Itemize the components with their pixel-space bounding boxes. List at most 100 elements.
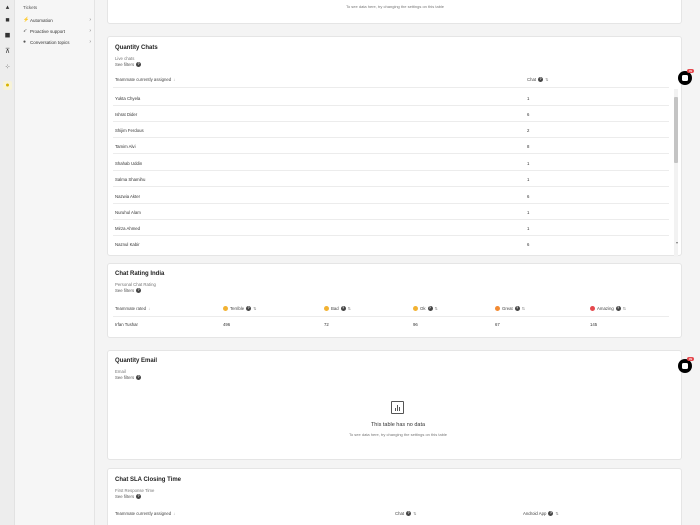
bolt-icon: ⚡ xyxy=(23,17,30,23)
icon-rail: ▴ ■ ◼ ⊼ ⁘ ● xyxy=(0,0,15,525)
inbox-icon[interactable]: ■ xyxy=(3,16,12,25)
empty-table-card: To see data here, try changing the setti… xyxy=(107,0,682,24)
scroll-down-icon[interactable]: ▾ xyxy=(676,240,678,245)
chat-rating-card: Chat Rating India Personal Chat Rating S… xyxy=(107,263,682,338)
see-filters-label: See filters xyxy=(115,375,135,380)
table-row-name: Shijim Ferdous xyxy=(115,128,144,133)
quantity-chats-card: Quantity Chats Live chats See filters ? … xyxy=(107,36,682,257)
chevron-right-icon: › xyxy=(89,17,91,23)
column-header-android-app[interactable]: Android App ? ⇅ xyxy=(523,511,559,516)
column-header-terrible[interactable]: Terrible ? ⇅ xyxy=(223,306,256,311)
info-icon[interactable]: ? xyxy=(548,511,554,516)
subnav-item-label: Automation xyxy=(30,18,53,23)
table-row-name: Yukta Chyela xyxy=(115,96,141,101)
scrollbar-thumb[interactable] xyxy=(674,97,678,163)
table-row-value: 1 xyxy=(527,210,530,215)
table-row-name: Mirza Ahmed xyxy=(115,226,141,231)
info-icon[interactable]: ? xyxy=(615,306,621,311)
amazing-emoji-icon xyxy=(590,306,595,311)
info-icon[interactable]: ? xyxy=(514,306,520,311)
table-row-value: 2 xyxy=(527,128,530,133)
sort-icon: ⇅ xyxy=(545,77,549,82)
cart-icon[interactable]: ⊼ xyxy=(3,47,12,56)
column-header-great[interactable]: Great ? ⇅ xyxy=(495,306,525,311)
pin-icon: ● xyxy=(23,39,27,45)
column-header-teammate-rated[interactable]: Teammate rated ↓ xyxy=(115,306,150,311)
info-icon[interactable]: ? xyxy=(136,288,142,293)
info-icon[interactable]: ? xyxy=(427,306,433,311)
card-subtitle: First Response Time xyxy=(115,488,155,493)
column-header-chat[interactable]: Chat ? ⇅ xyxy=(395,511,416,516)
chat-widget-button[interactable]: 99 xyxy=(678,357,694,373)
bulb-icon[interactable]: ● xyxy=(3,81,12,90)
row-divider xyxy=(113,105,669,106)
column-header-amazing[interactable]: Amazing ? ⇅ xyxy=(590,306,626,311)
card-title: Chat SLA Closing Time xyxy=(115,477,182,483)
grid-icon[interactable]: ⁘ xyxy=(3,63,12,72)
table-row-value: 6 xyxy=(527,242,530,247)
subnav-item-conversation-topics[interactable]: ● Conversation topics › xyxy=(23,38,91,47)
column-header-label: Chat xyxy=(395,511,405,516)
see-filters-link[interactable]: See filters ? xyxy=(115,62,142,67)
subnav-item-automation[interactable]: ⚡ Automation › xyxy=(23,16,91,25)
info-icon[interactable]: ? xyxy=(406,511,412,516)
sort-icon: ↓ xyxy=(173,77,176,82)
ok-emoji-icon xyxy=(413,306,418,311)
subnav-item-proactive-support[interactable]: ➶ Proactive support › xyxy=(23,27,91,36)
column-header-ok[interactable]: Ok ? ⇅ xyxy=(413,306,438,311)
column-header-label: Teammate currently assigned xyxy=(115,511,172,516)
rocket-icon: ➶ xyxy=(23,28,28,34)
info-icon[interactable]: ? xyxy=(538,77,544,82)
column-header-teammate[interactable]: Teammate currently assigned ↓ xyxy=(115,511,175,516)
unread-badge: 99 xyxy=(687,69,694,73)
column-header-teammate[interactable]: Teammate currently assigned ↓ xyxy=(115,77,175,82)
chevron-right-icon: › xyxy=(89,39,91,45)
info-icon[interactable]: ? xyxy=(246,306,252,311)
table-row-name: Salma Shamihu xyxy=(115,177,146,182)
chart-icon[interactable]: ▴ xyxy=(3,3,12,12)
card-title: Chat Rating India xyxy=(115,271,165,277)
box-icon[interactable]: ◼ xyxy=(3,31,12,40)
row-divider xyxy=(113,235,669,236)
column-header-chat[interactable]: Chat ? ⇅ xyxy=(527,77,548,82)
row-divider xyxy=(113,170,669,171)
rating-amazing-value: 145 xyxy=(590,322,598,327)
see-filters-label: See filters xyxy=(115,494,135,499)
see-filters-link[interactable]: See filters ? xyxy=(115,288,142,293)
table-row-name: Naznul Kabir xyxy=(115,242,140,247)
table-scrollbar[interactable] xyxy=(674,89,678,257)
sort-icon: ↓ xyxy=(173,511,176,516)
sort-icon: ⇅ xyxy=(434,306,438,311)
column-header-label: Ok xyxy=(420,306,426,311)
empty-table-hint: To see data here, try changing the setti… xyxy=(348,432,448,437)
info-icon[interactable]: ? xyxy=(340,306,346,311)
info-icon[interactable]: ? xyxy=(136,375,142,380)
card-title: Quantity Email xyxy=(115,358,158,364)
rating-ok-value: 96 xyxy=(413,322,418,327)
info-icon[interactable]: ? xyxy=(136,62,142,67)
info-icon[interactable]: ? xyxy=(136,494,142,499)
rating-terrible-value: 496 xyxy=(223,322,231,327)
chat-widget-button[interactable]: 99 xyxy=(678,69,694,85)
column-header-label: Teammate currently assigned xyxy=(115,77,172,82)
table-row-value: 1 xyxy=(527,161,530,166)
column-header-label: Chat xyxy=(527,77,537,82)
quantity-email-card: Quantity Email Email See filters ? This … xyxy=(107,350,682,460)
report-canvas[interactable]: To see data here, try changing the setti… xyxy=(95,0,700,525)
see-filters-link[interactable]: See filters ? xyxy=(115,375,142,380)
reports-subnav: Tickets ⚡ Automation › ➶ Proactive suppo… xyxy=(15,0,95,525)
unread-badge: 99 xyxy=(687,357,694,361)
empty-table-title: This table has no data xyxy=(370,422,426,428)
table-row-value: 1 xyxy=(527,177,530,182)
row-divider xyxy=(113,153,669,154)
row-divider xyxy=(113,137,669,138)
column-header-label: Terrible xyxy=(230,306,245,311)
empty-chart-icon xyxy=(391,401,404,414)
table-row-name: Tamim Alvi xyxy=(115,144,136,149)
column-header-label: Great xyxy=(502,306,513,311)
column-header-label: Teammate rated xyxy=(115,306,147,311)
column-header-bad[interactable]: Bad ? ⇅ xyxy=(324,306,351,311)
see-filters-label: See filters xyxy=(115,288,135,293)
sort-icon: ⇅ xyxy=(555,511,559,516)
see-filters-link[interactable]: See filters ? xyxy=(115,494,142,499)
